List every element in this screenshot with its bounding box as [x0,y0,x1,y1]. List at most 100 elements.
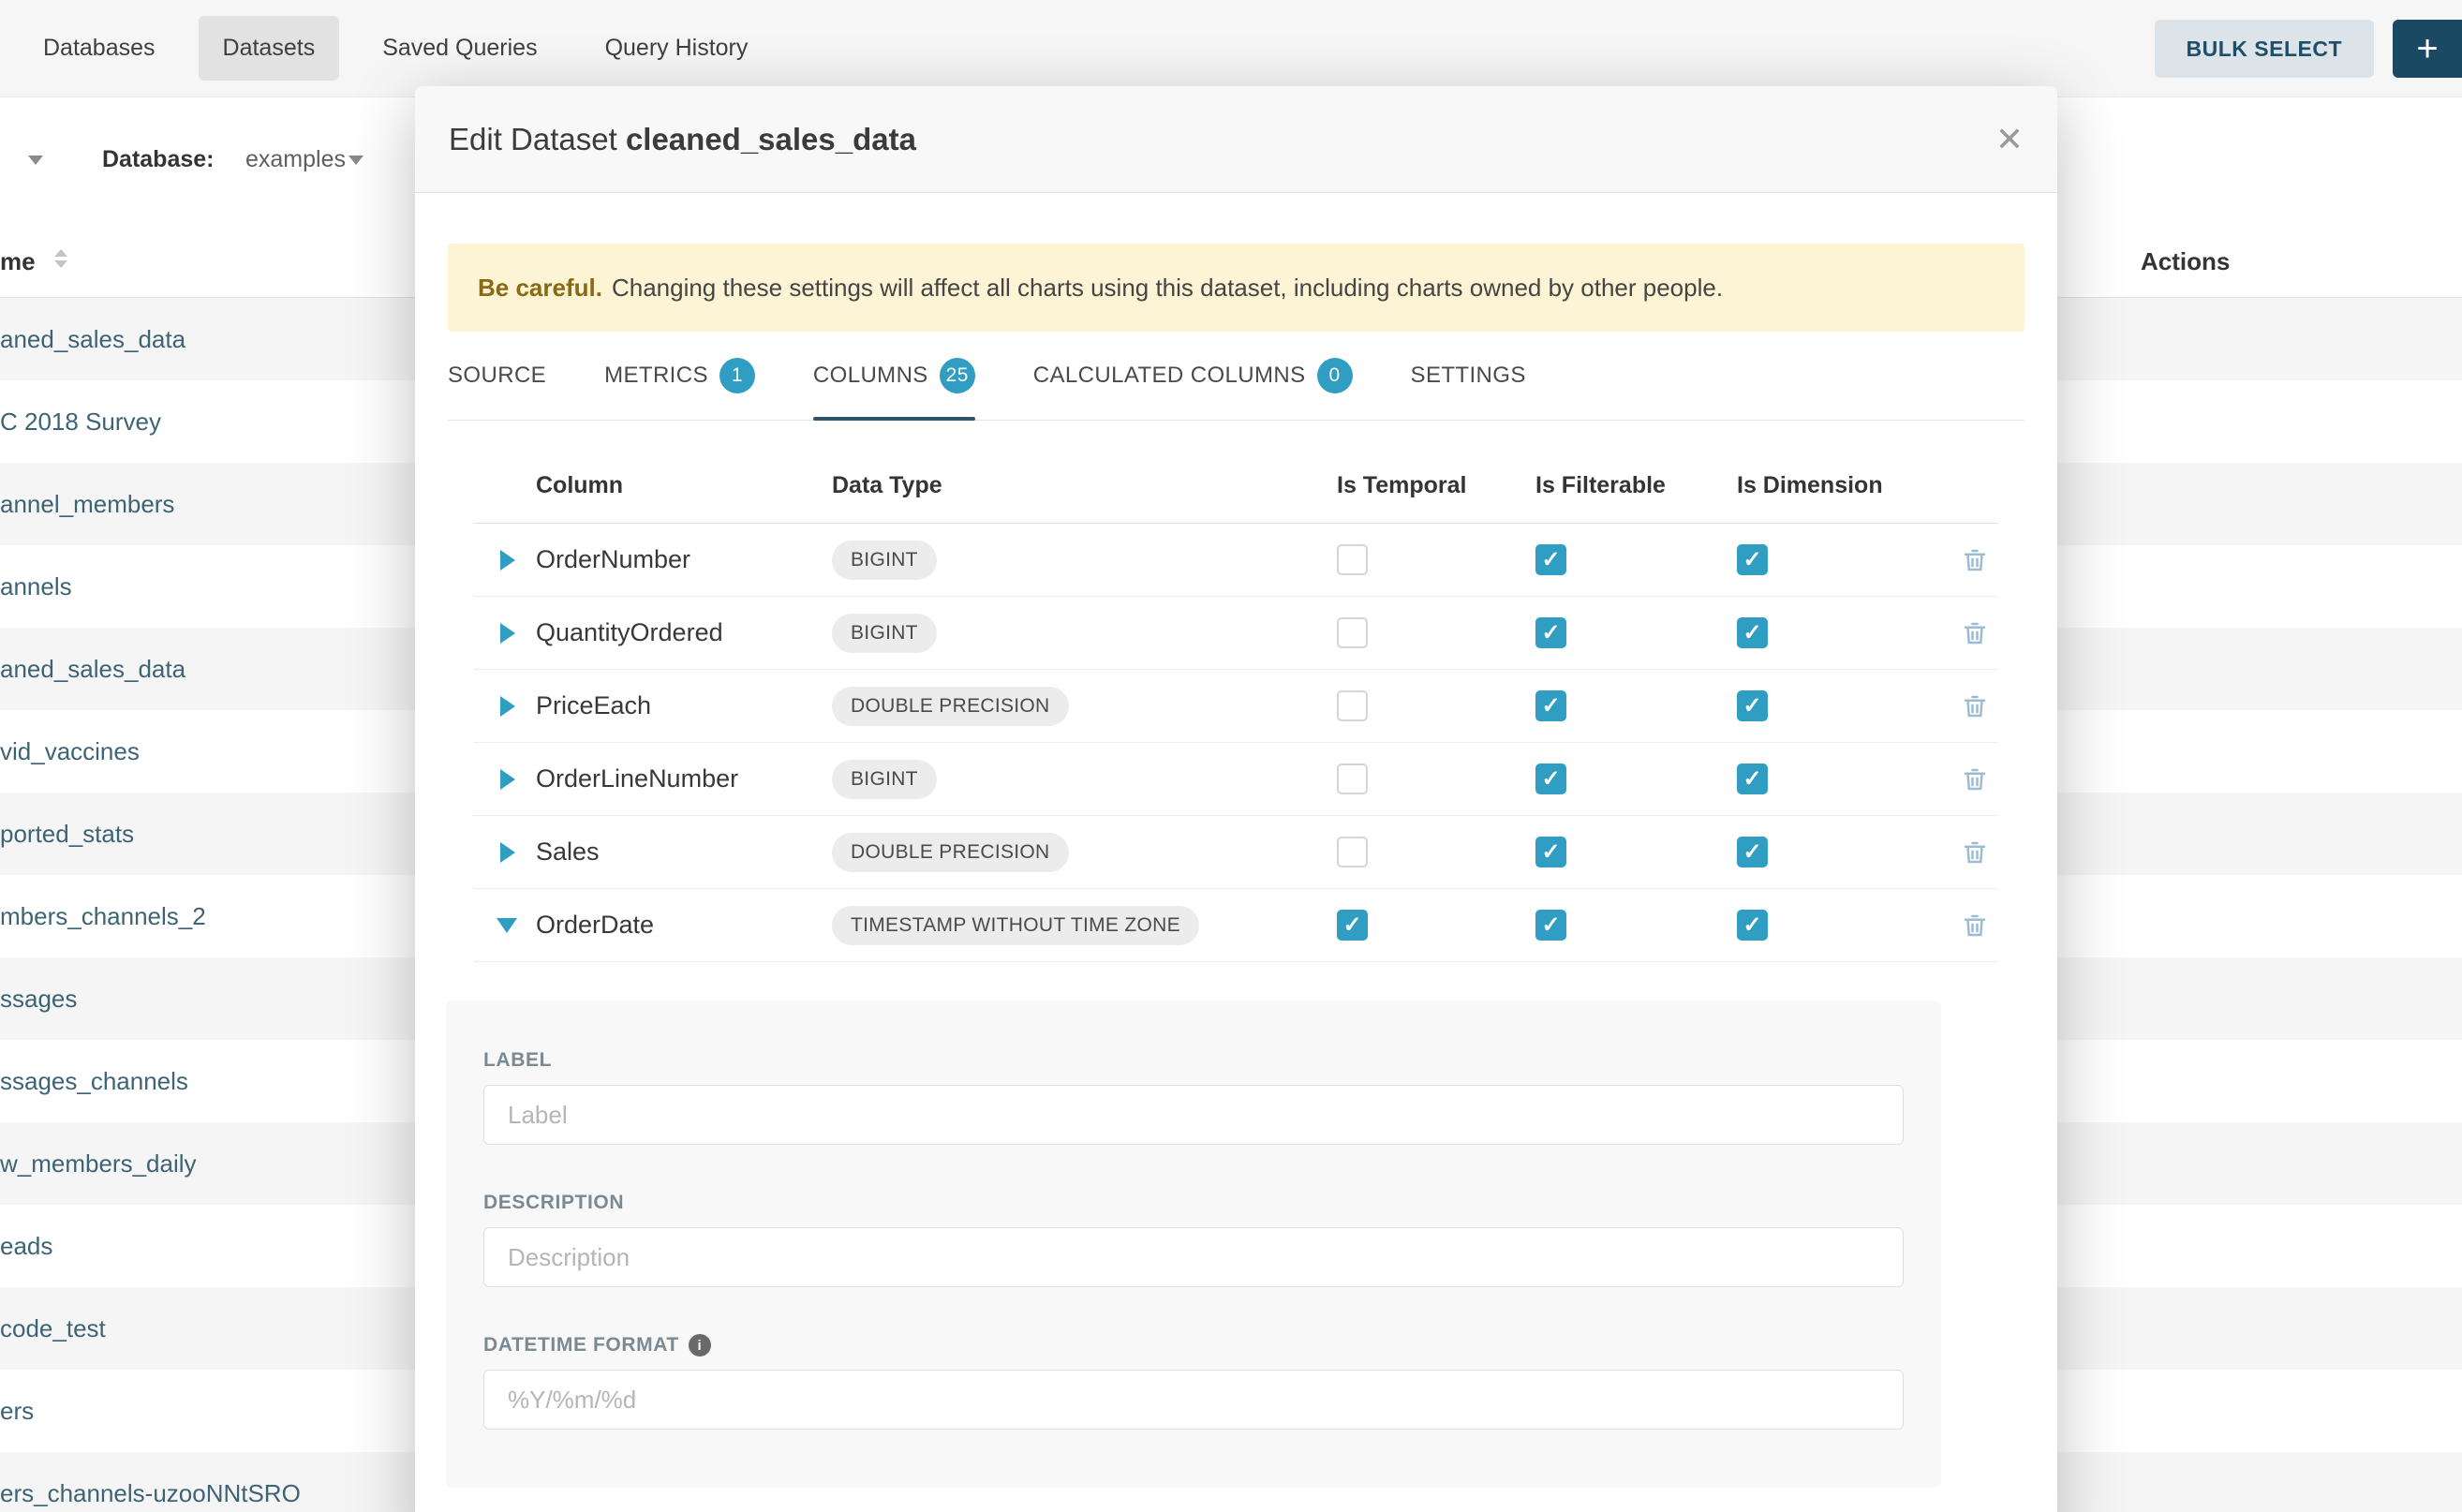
dataset-link[interactable]: aned_sales_data [0,325,185,354]
tab-metrics[interactable]: METRICS 1 [604,332,755,420]
nav-tab-saved-queries[interactable]: Saved Queries [358,16,561,81]
is-temporal-checkbox[interactable] [1337,910,1368,941]
dataset-link[interactable]: mbers_channels_2 [0,902,206,931]
column-name: OrderNumber [536,545,832,574]
datetime-format-field-label: DATETIME FORMAT i [483,1334,1904,1356]
dataset-link[interactable]: ssages [0,985,77,1014]
label-field-label: LABEL [483,1049,1904,1072]
database-filter-label: Database: [102,146,215,173]
datetime-format-input[interactable] [483,1370,1904,1430]
is-dimension-checkbox[interactable] [1737,690,1768,721]
dataset-link[interactable]: code_test [0,1314,106,1343]
expand-caret-icon[interactable] [500,696,515,717]
nav-tab-query-history[interactable]: Query History [581,16,773,81]
warning-text: Changing these settings will affect all … [612,274,1723,303]
modal-tabs: SOURCE METRICS 1 COLUMNS 25 CALCULATED C… [448,332,2024,421]
table-row: OrderDate TIMESTAMP WITHOUT TIME ZONE [474,889,1998,962]
dataset-link[interactable]: eads [0,1232,52,1261]
table-row: Sales DOUBLE PRECISION [474,816,1998,889]
expand-caret-icon[interactable] [500,623,515,644]
is-dimension-checkbox[interactable] [1737,544,1768,575]
columns-count-badge: 25 [940,358,975,393]
data-type-pill: DOUBLE PRECISION [832,687,1069,726]
is-filterable-checkbox[interactable] [1535,763,1566,794]
trash-icon[interactable] [1961,692,1989,720]
is-filterable-checkbox[interactable] [1535,837,1566,867]
tab-source[interactable]: SOURCE [448,332,546,420]
calculated-columns-count-badge: 0 [1317,358,1353,393]
column-name: Sales [536,838,832,867]
label-input[interactable] [483,1085,1904,1145]
modal-title: Edit Dataset cleaned_sales_data [449,122,916,157]
dataset-link[interactable]: ported_stats [0,820,134,849]
is-filterable-header: Is Filterable [1535,472,1737,499]
trash-icon[interactable] [1961,912,1989,940]
expand-caret-icon[interactable] [500,769,515,790]
info-icon[interactable]: i [689,1334,711,1356]
bulk-select-button[interactable]: BULK SELECT [2155,20,2375,78]
trash-icon[interactable] [1961,838,1989,867]
expand-caret-icon[interactable] [500,842,515,863]
table-row: OrderLineNumber BIGINT [474,743,1998,816]
tab-settings[interactable]: SETTINGS [1411,332,1526,420]
add-dataset-button[interactable]: + [2393,20,2462,78]
dataset-link[interactable]: vid_vaccines [0,737,140,766]
dataset-link[interactable]: C 2018 Survey [0,408,161,437]
nav-tab-datasets[interactable]: Datasets [199,16,340,81]
tab-label: SETTINGS [1411,363,1526,389]
dataset-link[interactable]: annel_members [0,490,174,519]
close-icon[interactable]: ✕ [1995,123,2024,156]
is-temporal-checkbox[interactable] [1337,544,1368,575]
edit-dataset-modal: Edit Dataset cleaned_sales_data ✕ Be car… [415,86,2057,1512]
is-dimension-checkbox[interactable] [1737,763,1768,794]
tab-label: METRICS [604,363,708,389]
is-temporal-checkbox[interactable] [1337,837,1368,867]
columns-table: Column Data Type Is Temporal Is Filterab… [474,449,1998,962]
data-type-pill: DOUBLE PRECISION [832,833,1069,872]
dropdown-caret-icon[interactable] [349,156,363,165]
is-filterable-checkbox[interactable] [1535,617,1566,648]
tab-calculated-columns[interactable]: CALCULATED COLUMNS 0 [1033,332,1353,420]
database-filter-value[interactable]: examples [245,146,346,173]
is-filterable-checkbox[interactable] [1535,544,1566,575]
is-temporal-checkbox[interactable] [1337,763,1368,794]
data-type-pill: BIGINT [832,541,937,580]
dropdown-caret-icon[interactable] [28,156,43,165]
trash-icon[interactable] [1961,765,1989,793]
trash-icon[interactable] [1961,546,1989,574]
expand-caret-icon[interactable] [500,550,515,571]
is-dimension-checkbox[interactable] [1737,617,1768,648]
metrics-count-badge: 1 [719,358,755,393]
is-temporal-checkbox[interactable] [1337,617,1368,648]
actions-column-header: Actions [2141,247,2230,276]
column-detail-panel: LABEL DESCRIPTION DATETIME FORMAT i [446,1001,1941,1488]
nav-tab-databases[interactable]: Databases [19,16,180,81]
table-row: OrderNumber BIGINT [474,524,1998,597]
is-dimension-checkbox[interactable] [1737,837,1768,867]
column-name: OrderDate [536,911,832,940]
is-filterable-checkbox[interactable] [1535,910,1566,941]
dataset-link[interactable]: ers [0,1397,34,1426]
dataset-link[interactable]: annels [0,572,72,601]
is-filterable-checkbox[interactable] [1535,690,1566,721]
tab-columns[interactable]: COLUMNS 25 [813,332,975,420]
dataset-link[interactable]: aned_sales_data [0,655,185,684]
is-dimension-checkbox[interactable] [1737,910,1768,941]
is-temporal-checkbox[interactable] [1337,690,1368,721]
dataset-link[interactable]: w_members_daily [0,1149,197,1178]
is-dimension-header: Is Dimension [1737,472,1961,499]
tab-label: SOURCE [448,363,546,389]
collapse-caret-icon[interactable] [497,918,517,933]
name-column-header: me [0,247,36,276]
tab-label: CALCULATED COLUMNS [1033,363,1306,389]
column-name: PriceEach [536,691,832,720]
data-type-pill: BIGINT [832,760,937,799]
column-header: Column [536,472,832,499]
dataset-link[interactable]: ssages_channels [0,1067,188,1096]
description-input[interactable] [483,1227,1904,1287]
top-nav: Databases Datasets Saved Queries Query H… [0,0,2462,97]
trash-icon[interactable] [1961,619,1989,647]
dataset-link[interactable]: ers_channels-uzooNNtSRO [0,1479,301,1508]
sort-icon[interactable] [54,249,67,268]
column-name: OrderLineNumber [536,764,832,793]
